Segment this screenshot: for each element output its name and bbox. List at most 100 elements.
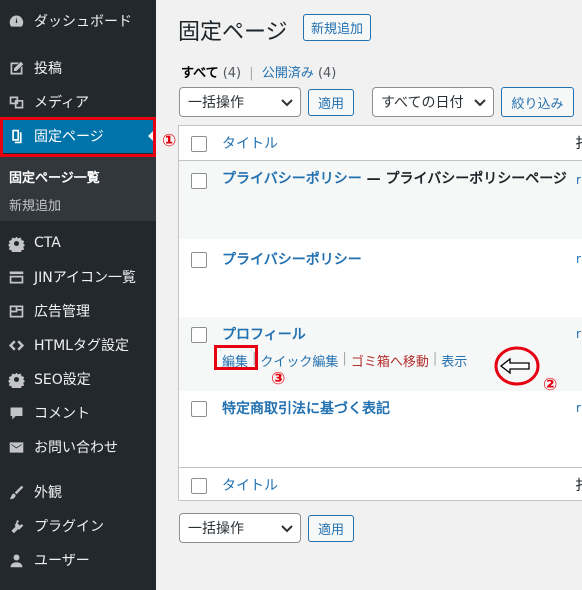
filter-separator: | bbox=[249, 66, 254, 81]
author-cell-cut[interactable]: ri bbox=[576, 252, 582, 266]
status-filter-links: すべて (4) | 公開済み (4) bbox=[181, 62, 336, 81]
row-title-link[interactable]: プライバシーポリシー bbox=[222, 249, 362, 269]
ad-icon bbox=[6, 301, 26, 321]
author-cell-cut[interactable]: ri bbox=[576, 327, 582, 341]
annotation-number-two: ② bbox=[543, 375, 558, 395]
author-cell-cut[interactable]: ri bbox=[576, 401, 582, 415]
table-row: プライバシーポリシー ri bbox=[179, 239, 582, 317]
menu-label: 外観 bbox=[34, 485, 62, 501]
add-new-page-button[interactable]: 新規追加 bbox=[303, 14, 371, 41]
bulk-actions-select-top[interactable]: 一括操作 bbox=[179, 87, 301, 117]
column-footer-title[interactable]: タイトル bbox=[222, 475, 278, 495]
page-title: 固定ページ bbox=[178, 20, 288, 45]
menu-label: お問い合わせ bbox=[34, 440, 118, 456]
filter-all[interactable]: すべて bbox=[181, 66, 219, 81]
filter-published[interactable]: 公開済み bbox=[262, 66, 314, 81]
apply-button-bottom[interactable]: 適用 bbox=[308, 515, 354, 542]
menu-label: HTMLタグ設定 bbox=[34, 338, 129, 354]
select-all-checkbox[interactable] bbox=[191, 136, 207, 152]
annotation-number-three: ③ bbox=[271, 369, 286, 389]
row-post-state: プライバシーポリシーページ bbox=[385, 171, 567, 187]
row-actions: 編集 | クイック編集 | ゴミ箱へ移動 | 表示 bbox=[222, 351, 467, 370]
menu-item-appearance[interactable]: 外観 bbox=[0, 475, 156, 509]
row-checkbox[interactable] bbox=[191, 327, 207, 343]
menu-label: メディア bbox=[34, 95, 90, 111]
menu-item-comments[interactable]: コメント bbox=[0, 396, 156, 430]
pages-submenu: 固定ページ一覧 新規追加 bbox=[0, 157, 156, 221]
row-title-dash: — bbox=[361, 171, 386, 187]
row-action-view[interactable]: 表示 bbox=[441, 351, 467, 370]
pages-table: タイトル 扌 プライバシーポリシー — プライバシーポリシーページ ri プライ… bbox=[178, 125, 582, 501]
main-content: 固定ページ 新規追加 すべて (4) | 公開済み (4) 一括操作 適用 すべ… bbox=[156, 0, 582, 590]
menu-label: ユーザー bbox=[34, 553, 90, 569]
column-footer-author-cut: 扌 bbox=[575, 475, 582, 495]
row-title-link[interactable]: プライバシーポリシー — プライバシーポリシーページ bbox=[222, 170, 572, 188]
row-action-trash[interactable]: ゴミ箱へ移動 bbox=[351, 351, 429, 370]
menu-item-html-tags[interactable]: HTMLタグ設定 bbox=[0, 328, 156, 362]
date-filter-value: すべての日付 bbox=[381, 95, 464, 111]
bulk-actions-value: 一括操作 bbox=[188, 95, 244, 111]
table-row: プライバシーポリシー — プライバシーポリシーページ ri bbox=[179, 161, 582, 239]
arrow-left-icon bbox=[499, 357, 530, 375]
annotation-box-edit-link bbox=[214, 345, 258, 370]
filter-button[interactable]: 絞り込み bbox=[501, 87, 574, 117]
chevron-down-icon bbox=[281, 525, 293, 533]
bulk-actions-value: 一括操作 bbox=[188, 521, 244, 537]
table-footer-row: タイトル 扌 bbox=[179, 468, 582, 501]
row-title-text[interactable]: プライバシーポリシー bbox=[222, 171, 362, 187]
brush-icon bbox=[6, 482, 26, 502]
menu-item-contact[interactable]: お問い合わせ bbox=[0, 430, 156, 464]
row-action-quick-edit[interactable]: クイック編集 bbox=[260, 351, 338, 370]
apply-button-top[interactable]: 適用 bbox=[308, 89, 354, 116]
submenu-all-pages[interactable]: 固定ページ一覧 bbox=[9, 167, 100, 186]
menu-label: 投稿 bbox=[34, 61, 62, 77]
action-separator: | bbox=[342, 351, 347, 366]
bulk-actions-select-bottom[interactable]: 一括操作 bbox=[179, 513, 301, 543]
table-header-row: タイトル 扌 bbox=[179, 126, 582, 160]
dashboard-icon bbox=[6, 11, 26, 31]
chevron-down-icon bbox=[474, 99, 486, 107]
list-icon bbox=[6, 267, 26, 287]
row-title-link[interactable]: プロフィール bbox=[222, 324, 306, 344]
annotation-box-pages-menu bbox=[0, 117, 156, 157]
menu-item-dashboard[interactable]: ダッシュボード bbox=[0, 4, 156, 38]
code-icon bbox=[6, 335, 26, 355]
column-header-author-cut: 扌 bbox=[575, 133, 582, 153]
row-title-link[interactable]: 特定商取引法に基づく表記 bbox=[222, 398, 390, 418]
column-header-title[interactable]: タイトル bbox=[222, 133, 278, 153]
menu-label: JINアイコン一覧 bbox=[34, 270, 137, 286]
action-separator: | bbox=[432, 351, 438, 366]
menu-item-cta[interactable]: CTA bbox=[0, 226, 156, 260]
menu-label: コメント bbox=[34, 406, 90, 422]
pin-icon bbox=[6, 58, 26, 78]
user-icon bbox=[6, 550, 26, 570]
author-cell-cut[interactable]: ri bbox=[576, 173, 582, 187]
date-filter-select[interactable]: すべての日付 bbox=[372, 87, 494, 117]
menu-label: ダッシュボード bbox=[34, 14, 132, 30]
admin-sidebar: ダッシュボード 投稿 メディア 固定ページ 固定ページ一覧 新規追加 CTA J… bbox=[0, 0, 156, 590]
row-checkbox[interactable] bbox=[191, 173, 207, 189]
menu-item-jin-icons[interactable]: JINアイコン一覧 bbox=[0, 260, 156, 294]
submenu-add-new[interactable]: 新規追加 bbox=[9, 195, 61, 214]
filter-all-count: (4) bbox=[222, 66, 242, 81]
select-all-checkbox-footer[interactable] bbox=[191, 478, 207, 494]
menu-item-users[interactable]: ユーザー bbox=[0, 543, 156, 577]
annotation-circle-cursor bbox=[494, 346, 540, 386]
table-row: 特定商取引法に基づく表記 ri bbox=[179, 391, 582, 467]
row-checkbox[interactable] bbox=[191, 252, 207, 268]
mail-icon bbox=[6, 437, 26, 457]
chevron-down-icon bbox=[281, 99, 293, 107]
row-checkbox[interactable] bbox=[191, 401, 207, 417]
menu-label: SEO設定 bbox=[34, 372, 91, 388]
filter-published-count: (4) bbox=[317, 66, 337, 81]
menu-label: CTA bbox=[34, 235, 61, 251]
menu-item-ad-management[interactable]: 広告管理 bbox=[0, 294, 156, 328]
menu-item-media[interactable]: メディア bbox=[0, 85, 156, 119]
plugin-icon bbox=[6, 516, 26, 536]
menu-item-seo[interactable]: SEO設定 bbox=[0, 362, 156, 396]
menu-label: プラグイン bbox=[34, 519, 104, 535]
menu-item-plugins[interactable]: プラグイン bbox=[0, 509, 156, 543]
gear-icon bbox=[6, 233, 26, 253]
comment-icon bbox=[6, 403, 26, 423]
menu-item-posts[interactable]: 投稿 bbox=[0, 51, 156, 85]
